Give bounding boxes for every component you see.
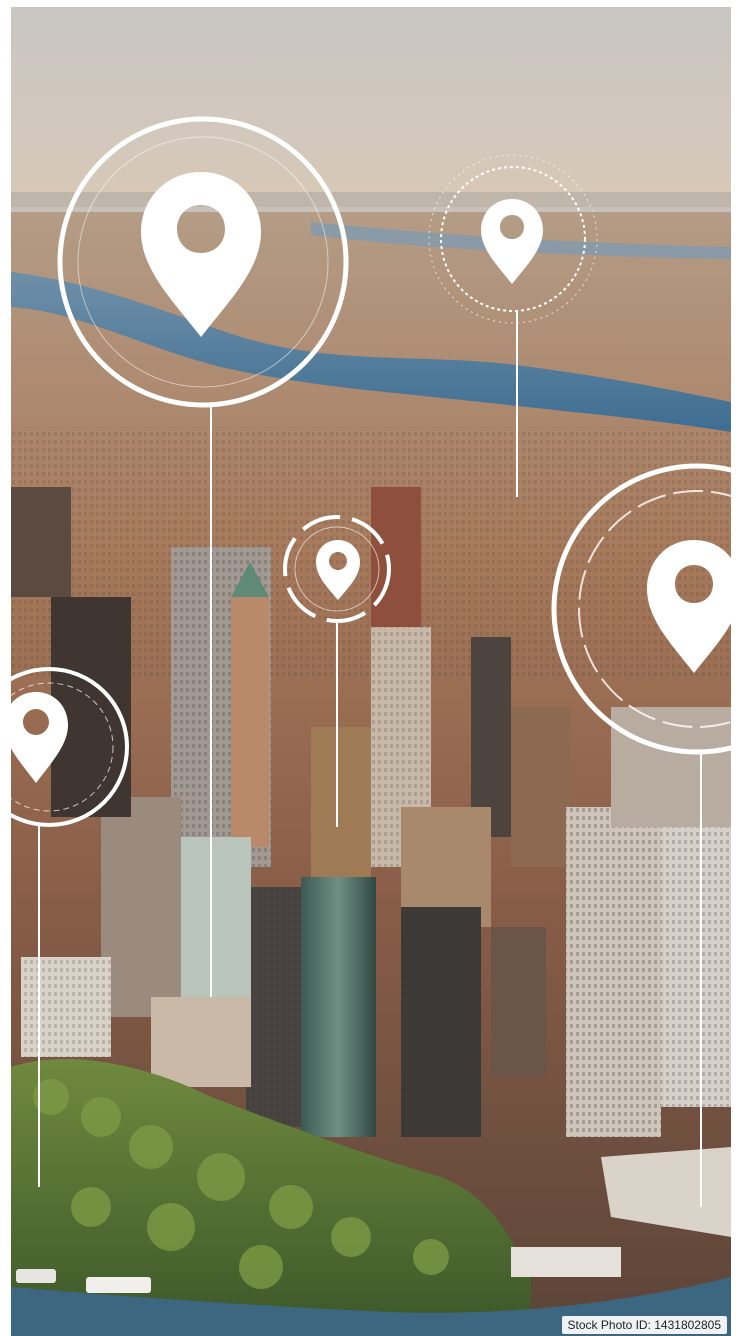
boat: [16, 1269, 56, 1283]
stock-photo: [11, 7, 731, 1336]
pier-building: [511, 1247, 621, 1277]
sky: [11, 7, 731, 207]
boat: [86, 1277, 151, 1293]
city-aerial-scene: [11, 7, 731, 1336]
stock-photo-id-watermark: Stock Photo ID: 1431802805: [561, 1316, 727, 1334]
